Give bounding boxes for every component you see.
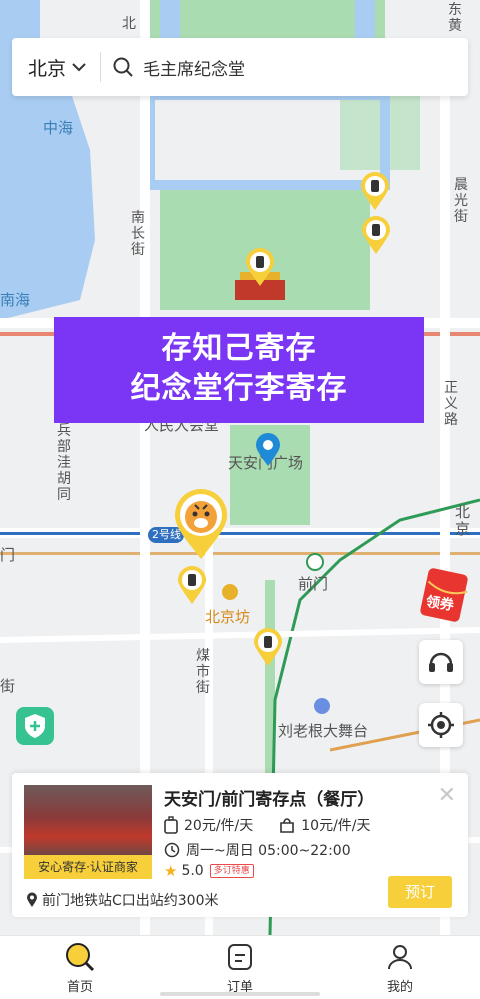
map-label-men-left: 门 [0,546,16,564]
tab-orders[interactable]: 订单 [160,936,320,999]
star-icon: ★ [164,862,178,880]
storage-point-title: 天安门/前门寄存点（餐厅） [164,790,375,810]
map-label-jie-left: 街 [0,677,16,695]
search-icon [113,57,133,77]
tab-home[interactable]: 首页 [0,936,160,999]
suitcase-icon [164,816,178,834]
book-button[interactable]: 预订 [388,876,452,908]
tab-home-label: 首页 [66,980,93,995]
safety-button[interactable] [16,707,54,745]
bag-icon [280,818,295,833]
storage-pin[interactable] [360,216,392,256]
large-item-price: 20元/件/天 [184,818,254,834]
storage-pin[interactable] [244,248,276,288]
address-text: 前门地铁站C口出站约300米 [42,893,219,909]
address-row: 前门地铁站C口出站约300米 [26,890,219,910]
promo-banner: 存知己寄存 纪念堂行李寄存 [54,317,424,423]
map-label-nanchangjie: 南长街 [131,210,145,258]
price-row: 20元/件/天 10元/件/天 [164,815,371,835]
tab-profile-label: 我的 [386,980,413,995]
customer-service-button[interactable] [419,640,463,684]
map-label-beijing-right: 北京 [455,503,471,538]
banner-line-1: 存知己寄存 [161,331,317,366]
map-label-beijingfang: 北京坊 [205,608,251,626]
storage-pin[interactable] [252,628,284,668]
map-label-qianmen: 前门 [298,575,329,593]
map-label-nanhai: 南海 [0,291,31,309]
home-indicator [160,992,320,996]
storage-thumbnail: 安心寄存·认证商家 [24,785,152,879]
discount-badge: 多订特惠 [209,864,254,878]
certified-merchant-label: 安心寄存·认证商家 [24,855,152,879]
selected-storage-pin[interactable] [172,487,230,561]
map-label-zhengyi: 正义路 [444,380,458,428]
divider [100,52,102,82]
chevron-down-icon [72,63,86,72]
location-marker-icon [256,433,280,466]
map-label-meishi: 煤市街 [196,648,210,696]
search-icon [66,943,95,972]
tab-profile[interactable]: 我的 [320,936,480,999]
bottom-tab-bar: 首页 订单 我的 [0,935,480,999]
order-icon [228,944,252,970]
map-label-chenguangjie: 晨光街 [454,177,468,225]
search-input[interactable]: 毛主席纪念堂 [143,55,245,80]
user-icon [388,945,412,970]
map-label-dongjie: 东黄 [448,2,462,34]
city-label: 北京 [28,57,67,80]
map-label-bei: 北 [122,16,136,32]
search-bar: 北京 毛主席纪念堂 [12,38,468,96]
shield-icon [25,714,45,738]
storage-pin[interactable] [176,566,208,606]
coupon-button[interactable]: 领券 [420,565,480,625]
crosshair-icon [428,712,454,738]
map-label-zhonghai: 中海 [43,119,74,137]
close-icon[interactable]: ✕ [438,783,456,808]
hours-row: 周一~周日 05:00~22:00 [164,840,351,860]
rating-value: 5.0 [181,863,204,879]
location-pin-icon [27,892,37,907]
clock-icon [164,842,180,858]
rating-row: ★ 5.0 多订特惠 [164,862,254,880]
map-label-bingbu: 兵部洼胡同 [57,423,71,503]
small-item-price: 10元/件/天 [301,818,371,834]
opening-hours: 周一~周日 05:00~22:00 [186,843,351,859]
locate-me-button[interactable] [419,703,463,747]
city-selector[interactable]: 北京 [28,54,86,81]
storage-point-card[interactable]: 安心寄存·认证商家 天安门/前门寄存点（餐厅） ✕ 20元/件/天 10元/件/… [12,773,468,917]
coupon-label: 领券 [424,594,455,614]
map-label-liulaogen: 刘老根大舞台 [278,722,369,740]
banner-line-2: 纪念堂行李寄存 [130,371,348,406]
storage-pin[interactable] [359,172,391,212]
headset-icon [429,652,453,672]
